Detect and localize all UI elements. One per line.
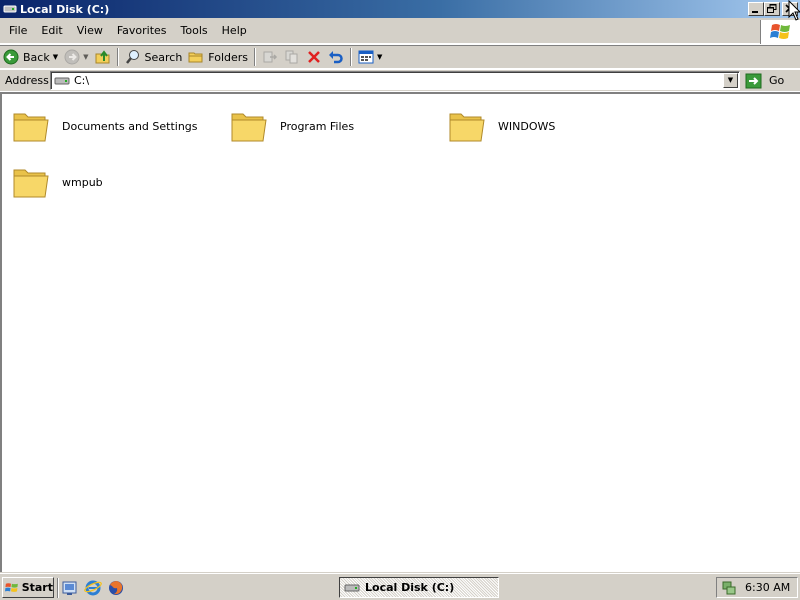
views-button[interactable]: ▼: [355, 47, 385, 68]
back-arrow-icon: [3, 49, 19, 65]
quick-launch-separator: [57, 578, 59, 598]
back-dropdown-icon[interactable]: ▼: [53, 53, 58, 61]
menu-tools[interactable]: Tools: [174, 18, 215, 44]
folder-item[interactable]: wmpub: [12, 160, 103, 204]
menu-help[interactable]: Help: [215, 18, 254, 44]
folders-button[interactable]: Folders: [185, 47, 251, 68]
folder-icon: [449, 113, 485, 142]
folder-item[interactable]: WINDOWS: [448, 104, 555, 148]
folder-item[interactable]: Documents and Settings: [12, 104, 198, 148]
search-label: Search: [144, 50, 183, 64]
move-to-icon: [263, 51, 278, 63]
address-bar: Address C:\ ▼ Go: [0, 69, 800, 91]
restore-button[interactable]: [764, 2, 780, 16]
address-input[interactable]: C:\ ▼: [50, 71, 740, 90]
up-folder-icon: [95, 50, 109, 64]
menu-favorites[interactable]: Favorites: [110, 18, 174, 44]
taskbar-window-local-disk[interactable]: Local Disk (C:): [339, 577, 499, 598]
menu-view[interactable]: View: [70, 18, 110, 44]
taskbar: Start Local Disk (C:) 6:30 AM: [0, 573, 800, 600]
folders-icon: [188, 52, 203, 63]
minimize-button[interactable]: [748, 2, 764, 16]
network-icon[interactable]: [721, 580, 737, 596]
title-bar[interactable]: Local Disk (C:): [0, 0, 800, 18]
undo-button[interactable]: [325, 47, 347, 68]
restore-icon: [767, 4, 777, 13]
undo-icon: [329, 51, 343, 64]
window-title: Local Disk (C:): [20, 2, 110, 16]
views-dropdown-icon[interactable]: ▼: [377, 53, 382, 61]
menu-bar: File Edit View Favorites Tools Help: [0, 18, 800, 44]
delete-x-icon: [308, 51, 320, 63]
start-button[interactable]: Start: [2, 577, 54, 598]
menu-edit[interactable]: Edit: [34, 18, 69, 44]
mouse-cursor-icon: [788, 0, 800, 22]
forward-arrow-icon: [64, 49, 80, 65]
address-value: C:\: [74, 74, 90, 87]
folder-view[interactable]: Documents and Settings Program Files WIN…: [0, 92, 800, 572]
go-label: Go: [769, 74, 785, 87]
folder-name: wmpub: [62, 175, 103, 189]
drive-icon: [344, 584, 360, 591]
copy-to-button[interactable]: [281, 47, 303, 68]
start-label: Start: [21, 581, 53, 594]
folder-name: Documents and Settings: [62, 119, 198, 133]
up-folder-button[interactable]: [92, 47, 114, 68]
show-desktop-icon[interactable]: [61, 579, 79, 597]
folder-item[interactable]: Program Files: [230, 104, 354, 148]
folders-label: Folders: [208, 50, 249, 64]
minimize-icon: [752, 11, 758, 13]
back-button[interactable]: Back ▼: [0, 47, 61, 68]
back-label: Back: [23, 50, 50, 64]
folder-icon: [13, 169, 49, 198]
copy-to-icon: [285, 50, 298, 64]
firefox-icon[interactable]: [107, 579, 125, 597]
search-icon: [125, 50, 139, 64]
folder-icon: [13, 113, 49, 142]
folder-name: WINDOWS: [498, 119, 556, 133]
windows-flag-icon: [5, 582, 18, 592]
clock[interactable]: 6:30 AM: [745, 581, 790, 594]
search-button[interactable]: Search: [122, 47, 186, 68]
drive-icon: [54, 77, 70, 84]
toolbar-separator: [254, 48, 257, 66]
system-tray: 6:30 AM: [716, 577, 798, 598]
forward-dropdown-icon[interactable]: ▼: [83, 53, 88, 61]
folder-name: Program Files: [280, 119, 355, 133]
move-to-button[interactable]: [259, 47, 281, 68]
address-label: Address: [5, 74, 49, 87]
internet-explorer-icon[interactable]: [84, 579, 102, 597]
toolbar-separator: [350, 48, 353, 66]
go-button[interactable]: Go: [745, 71, 784, 90]
go-arrow-icon: [745, 73, 762, 88]
standard-toolbar: Back ▼ ▼ Search Folders ▼: [0, 45, 800, 68]
windows-logo-icon: [760, 20, 800, 44]
views-icon: [358, 50, 374, 64]
drive-icon: [2, 1, 18, 17]
forward-button[interactable]: ▼: [61, 47, 91, 68]
delete-button[interactable]: [303, 47, 325, 68]
toolbar-separator: [116, 48, 119, 66]
folder-icon: [231, 113, 267, 142]
address-dropdown-icon[interactable]: ▼: [723, 73, 738, 88]
task-label: Local Disk (C:): [365, 581, 455, 594]
menu-file[interactable]: File: [0, 18, 34, 44]
